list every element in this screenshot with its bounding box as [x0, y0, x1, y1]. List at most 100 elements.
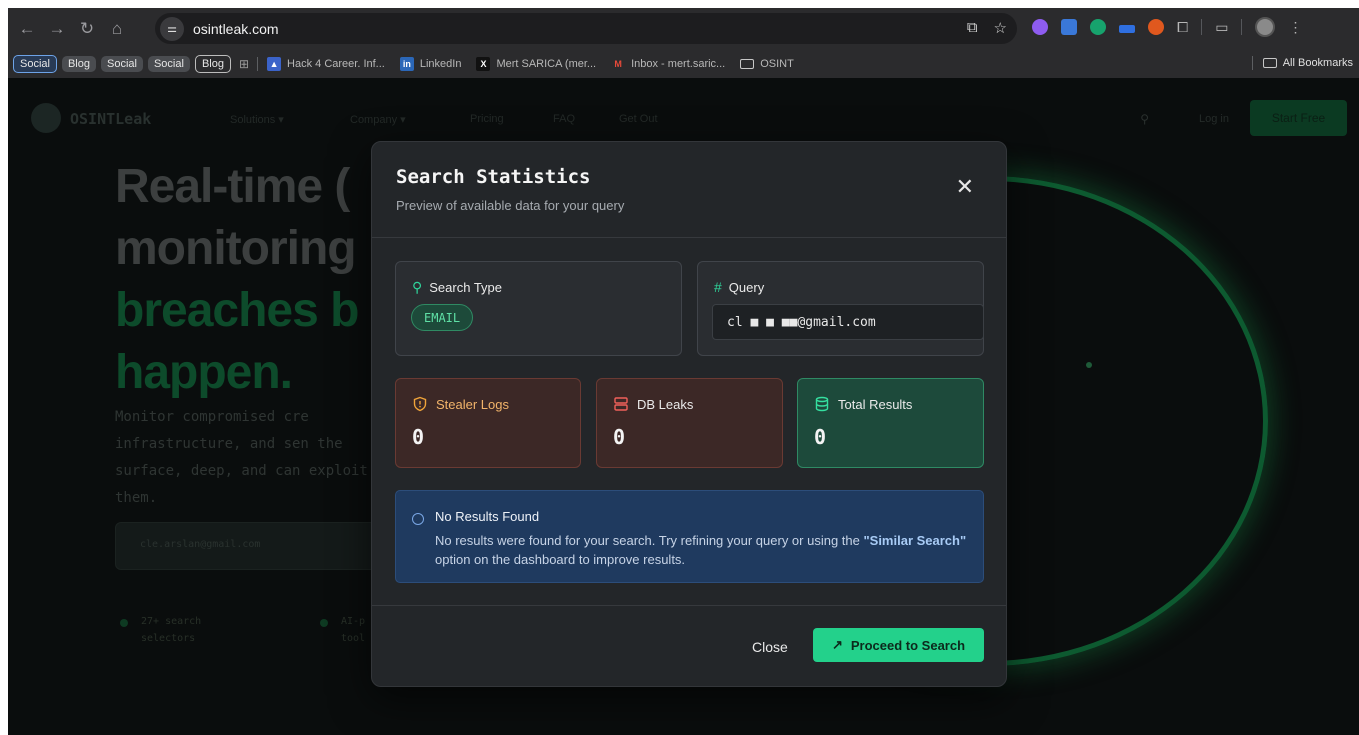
stealer-logs-card: Stealer Logs 0 [395, 378, 581, 468]
more-menu-icon[interactable]: ⋮ [1288, 19, 1302, 36]
check-icon [320, 619, 328, 627]
bookmark-label: OSINT [760, 58, 794, 70]
browser-toolbar: ← → ↻ ⌂ ⚌ osintleak.com ⧉ ☆ ⧠ ▭ ⋮ [8, 8, 1359, 50]
bookmarks-bar: Social Blog Social Social Blog ⊞ ▲ Hack … [8, 50, 1359, 78]
total-results-card: Total Results 0 [797, 378, 984, 468]
total-results-label-row: Total Results [814, 396, 912, 412]
search-type-label-row: ⚲ Search Type [412, 279, 502, 296]
nav-company: Company ▾ [350, 114, 406, 126]
reload-icon[interactable]: ↻ [72, 19, 102, 39]
bookmark-chip[interactable]: Social [13, 55, 57, 73]
proceed-to-search-button[interactable]: ↗ Proceed to Search [813, 628, 984, 662]
no-results-notice: No Results Found No results were found f… [395, 490, 984, 583]
bookmark-star-icon[interactable]: ☆ [994, 19, 1007, 37]
modal-title: Search Statistics [396, 166, 591, 188]
bookmark-chip[interactable]: Social [101, 56, 143, 72]
extension-icon[interactable] [1032, 19, 1048, 35]
hash-icon: # [714, 279, 722, 295]
back-icon[interactable]: ← [12, 19, 42, 39]
bookmark-label: Mert SARICA (mer... [496, 58, 597, 70]
db-leaks-count: 0 [613, 425, 626, 449]
similar-search-emphasis: "Similar Search" [863, 533, 967, 548]
bookmark-folder-osint[interactable]: OSINT [740, 58, 794, 70]
address-bar[interactable]: ⚌ osintleak.com ⧉ ☆ [155, 13, 1017, 44]
gmail-icon: M [614, 59, 622, 69]
check-icon [120, 619, 128, 627]
feature-item: 27+ search selectors [120, 613, 231, 647]
search-type-badge: EMAIL [411, 304, 474, 331]
bookmarks-divider [257, 57, 259, 71]
modal-subtitle: Preview of available data for your query [396, 198, 625, 213]
folder-icon [740, 59, 755, 69]
reading-mode-icon[interactable]: ▭ [1215, 19, 1228, 36]
extension-icon[interactable] [1119, 25, 1135, 33]
logo-icon [31, 103, 61, 133]
nav-getout: Get Out [619, 113, 658, 125]
bookmark-chip[interactable]: Blog [194, 55, 231, 73]
grammarly-extension-icon[interactable] [1090, 19, 1106, 35]
url-text[interactable]: osintleak.com [193, 21, 279, 37]
extension-icon[interactable] [1148, 19, 1164, 35]
hero-subtitle: Monitor compromised cre infrastructure, … [115, 409, 368, 506]
query-card: # Query cl ■ ■ ■■@gmail.com [697, 261, 984, 356]
install-app-icon[interactable]: ⧉ [967, 19, 978, 37]
total-results-count: 0 [814, 425, 827, 449]
notice-body: No results were found for your search. T… [435, 531, 975, 569]
bookmark-chip[interactable]: Blog [61, 56, 96, 72]
query-label: Query [728, 279, 765, 295]
bookmark-hack4career[interactable]: ▲ Hack 4 Career. Inf... [267, 57, 385, 71]
nav-pricing: Pricing [470, 113, 504, 125]
hero-line: monitoring [115, 222, 357, 275]
signup-button: Start Free [1250, 100, 1347, 136]
hack4career-icon: ▲ [267, 57, 282, 71]
all-bookmarks-label: All Bookmarks [1282, 57, 1353, 69]
query-label-row: # Query [714, 279, 764, 295]
hero-search-value: cle.arslan@gmail.com [140, 539, 261, 550]
db-leaks-card: DB Leaks 0 [596, 378, 783, 468]
stealer-logs-label-row: Stealer Logs [412, 396, 509, 412]
home-icon[interactable]: ⌂ [102, 19, 132, 39]
close-button[interactable]: Close [752, 639, 788, 655]
bookmark-x[interactable]: X Mert SARICA (mer... [476, 57, 596, 71]
site-logo: OSINTLeak [70, 110, 152, 128]
search-icon: ⚲ [412, 279, 423, 295]
login-link: Log in [1199, 113, 1229, 125]
toolbar-divider [1201, 19, 1203, 35]
close-icon[interactable]: ✕ [956, 176, 974, 198]
site-settings-icon[interactable]: ⚌ [160, 16, 184, 41]
bookmarks-divider [1251, 56, 1253, 70]
server-icon [613, 396, 629, 412]
bookmark-label: Hack 4 Career. Inf... [287, 58, 385, 70]
proceed-label: Proceed to Search [850, 637, 966, 653]
nav-solutions: Solutions ▾ [230, 114, 284, 126]
x-icon: X [476, 57, 491, 71]
search-type-card: ⚲ Search Type EMAIL [395, 261, 682, 356]
notice-title: No Results Found [435, 509, 540, 524]
feature-label: AI-p tool [341, 616, 366, 644]
folder-icon [1262, 58, 1277, 68]
bookmark-label: LinkedIn [419, 58, 462, 70]
translate-extension-icon[interactable] [1061, 19, 1077, 35]
hero-search-input: cle.arslan@gmail.com [115, 522, 385, 570]
hero-line: breaches b [115, 284, 359, 337]
forward-icon[interactable]: → [42, 19, 72, 39]
nav-faq: FAQ [553, 113, 576, 125]
decorative-dot [1086, 362, 1092, 368]
db-leaks-label: DB Leaks [637, 396, 694, 412]
bookmark-label: Inbox - mert.saric... [631, 58, 726, 70]
bookmark-linkedin[interactable]: in LinkedIn [399, 57, 462, 71]
bookmark-chip[interactable]: Social [147, 56, 190, 72]
extensions-puzzle-icon[interactable]: ⧠ [1177, 19, 1188, 36]
profile-avatar[interactable] [1255, 17, 1276, 37]
apps-grid-icon[interactable]: ⊞ [239, 57, 249, 71]
bookmark-gmail[interactable]: M Inbox - mert.saric... [611, 57, 725, 71]
info-icon [412, 513, 424, 525]
search-icon: ⚲ [1140, 112, 1149, 126]
query-value-field: cl ■ ■ ■■@gmail.com [712, 304, 984, 340]
hero-heading: Real-time ( monitoring breaches b happen… [115, 156, 359, 404]
db-leaks-label-row: DB Leaks [613, 396, 693, 412]
all-bookmarks[interactable]: All Bookmarks [1251, 56, 1353, 70]
database-icon [814, 396, 830, 412]
search-statistics-modal: Search Statistics Preview of available d… [371, 141, 1007, 687]
notice-body-text: No results were found for your search. T… [435, 533, 864, 548]
